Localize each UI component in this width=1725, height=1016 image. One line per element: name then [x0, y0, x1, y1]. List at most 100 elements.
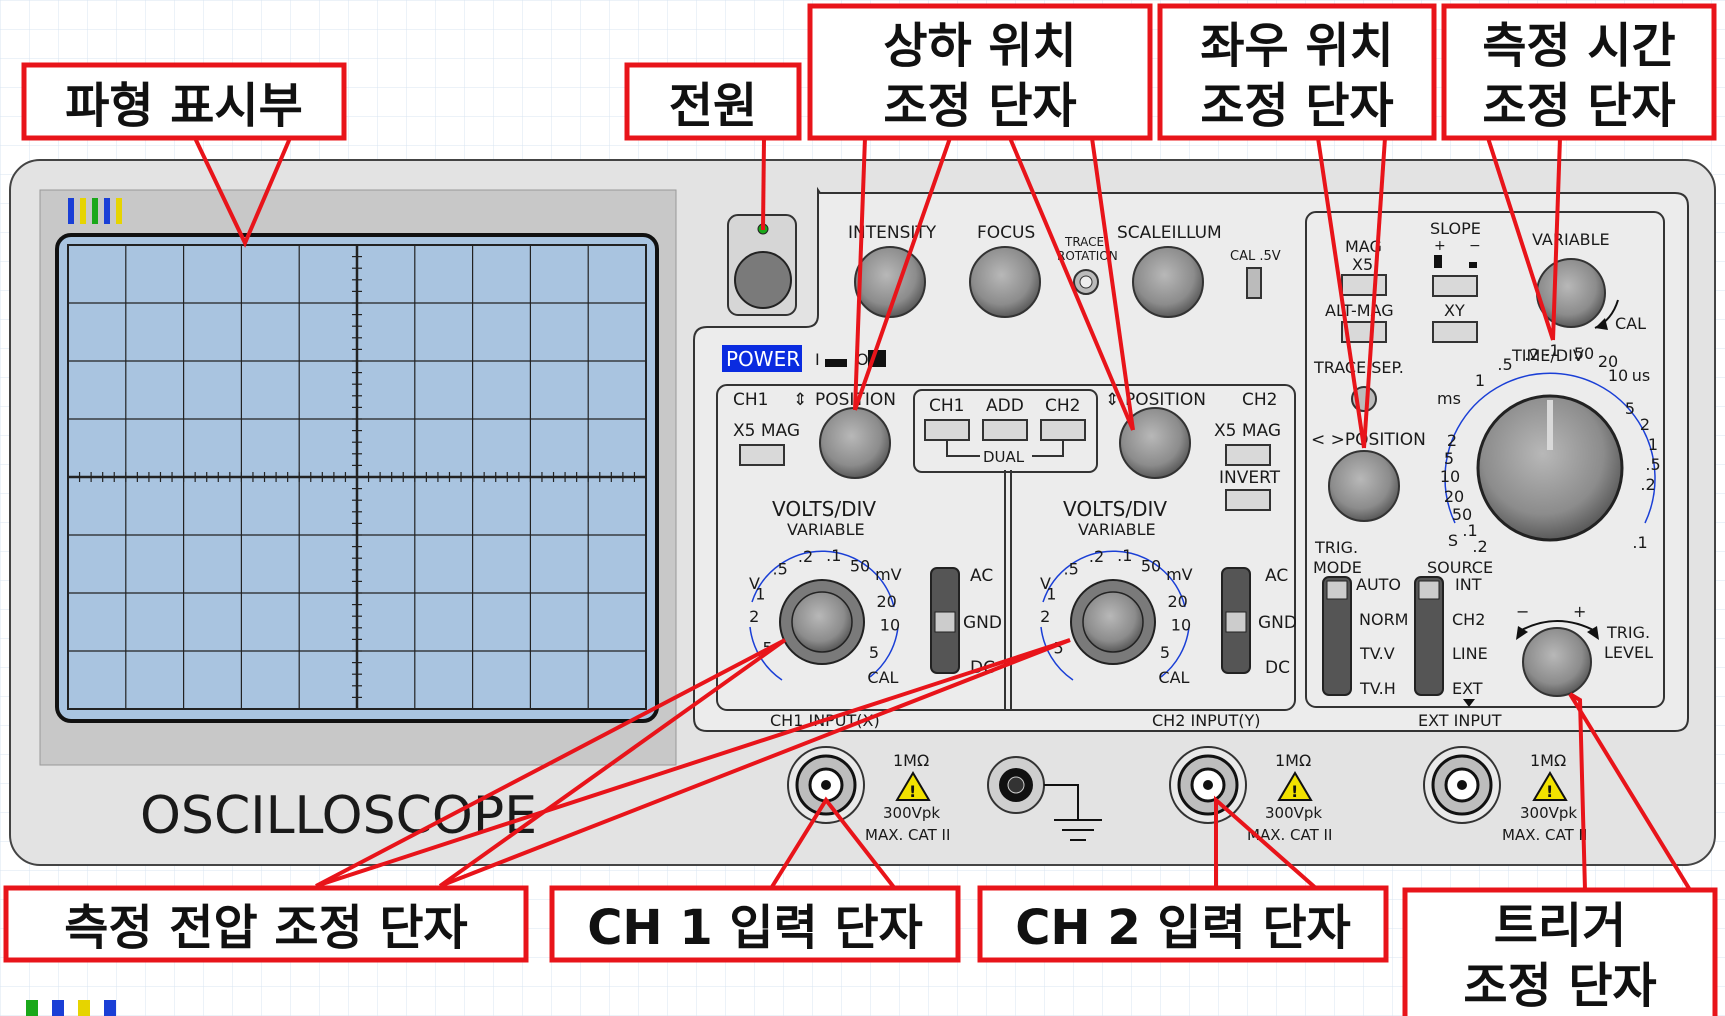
- trace-rotation-knob[interactable]: [1073, 269, 1099, 295]
- volt-scale-label: .2: [1089, 547, 1104, 566]
- svg-text:!: !: [1546, 782, 1553, 801]
- ch2-ac-label: AC: [1265, 566, 1288, 586]
- trig-level-label-2: LEVEL: [1604, 643, 1653, 662]
- cal-terminal[interactable]: [1246, 267, 1262, 299]
- callout-trigger-line2: 조정 단자: [1463, 958, 1656, 1014]
- callout-power-text: 전원: [669, 78, 757, 134]
- xy-button[interactable]: [1432, 321, 1478, 343]
- svg-text:!: !: [909, 782, 916, 801]
- ch2-gnd-label: GND: [1258, 613, 1297, 633]
- time-scale-label: .2: [1640, 475, 1655, 494]
- volt-scale-label: 10: [1171, 615, 1191, 634]
- ch1-x5mag-label: X5 MAG: [733, 421, 800, 441]
- scale-illum-knob[interactable]: [1132, 246, 1204, 318]
- power-on-symbol: [825, 359, 847, 367]
- ch2-coupling-switch[interactable]: [1221, 567, 1251, 674]
- ch1-input-bnc[interactable]: [787, 746, 865, 824]
- trig-mode-switch[interactable]: [1322, 576, 1352, 696]
- callout-vpos-line1: 상하 위치: [883, 18, 1076, 74]
- ch1-x5mag-button[interactable]: [739, 444, 785, 466]
- ch2-input-label: CH2 INPUT(Y): [1152, 711, 1261, 730]
- volt-scale-label: CAL: [1158, 668, 1189, 687]
- time-scale-label: .2: [1524, 345, 1539, 364]
- time-scale-label: .1: [1632, 533, 1647, 552]
- brand-label: OSCILLOSCOPE: [140, 786, 537, 846]
- volt-scale-label: CAL: [867, 668, 898, 687]
- ch1-label: CH1: [733, 390, 768, 410]
- ch1-volts-div-knob[interactable]: [779, 579, 865, 665]
- svg-text:!: !: [1291, 782, 1298, 801]
- ch2-position-label: POSITION: [1125, 390, 1206, 410]
- volt-scale-label: 10: [880, 615, 900, 634]
- time-scale-label: .1: [1544, 341, 1559, 360]
- ch2-invert-button[interactable]: [1225, 489, 1271, 511]
- time-scale-label: 1: [1648, 435, 1658, 454]
- trig-tvh-label: TV.H: [1359, 679, 1396, 698]
- time-scale-label: .5: [1645, 455, 1660, 474]
- callout-ch2-text: CH 2 입력 단자: [1015, 900, 1351, 956]
- volt-scale-label: 50: [850, 557, 870, 576]
- slope-button[interactable]: [1432, 275, 1478, 297]
- ch2-input-bnc[interactable]: [1169, 746, 1247, 824]
- volt-scale-label: 20: [876, 592, 896, 611]
- ch1-updown-icon: ⇕: [793, 390, 807, 410]
- time-scale-label: 2: [1447, 431, 1457, 450]
- callout-screen: 파형 표시부: [21, 62, 347, 141]
- time-scale-label: 1: [1475, 371, 1485, 390]
- mode-add-button[interactable]: [982, 419, 1028, 441]
- focus-knob[interactable]: [969, 246, 1041, 318]
- volt-scale-label: .1: [826, 546, 841, 565]
- callout-horizontal-position: 좌우 위치 조정 단자: [1157, 3, 1437, 141]
- time-scale-label: 10: [1440, 467, 1460, 486]
- sweep-cal-label: CAL: [1615, 314, 1646, 333]
- cal-label: CAL .5V: [1230, 249, 1281, 264]
- time-div-knob[interactable]: [1476, 394, 1624, 542]
- callout-power: 전원: [624, 62, 802, 141]
- trig-source-switch[interactable]: [1414, 576, 1444, 696]
- mode-ch1-label: CH1: [929, 396, 964, 416]
- slope-plus-icon: [1434, 255, 1442, 268]
- ch1-ac-label: AC: [970, 566, 993, 586]
- x5-label: X5: [1352, 255, 1373, 274]
- volt-scale-label: 2: [749, 607, 759, 626]
- ch1-position-knob[interactable]: [819, 407, 891, 479]
- slope-plus-label: +: [1434, 238, 1446, 254]
- callout-ch1-input: CH 1 입력 단자: [549, 885, 961, 963]
- mode-dual-label: DUAL: [983, 448, 1025, 466]
- volt-scale-label: .1: [1117, 546, 1132, 565]
- ext-input-bnc[interactable]: [1423, 746, 1501, 824]
- ch2-volts-div-knob[interactable]: [1070, 579, 1156, 665]
- time-scale-label: us: [1632, 366, 1650, 385]
- time-scale-label: .2: [1472, 537, 1487, 556]
- mag-x5-button[interactable]: [1341, 274, 1387, 296]
- source-ext-label: EXT: [1452, 679, 1483, 698]
- volt-scale-label: mV: [1166, 565, 1193, 584]
- ext-cat-label: MAX. CAT II: [1502, 826, 1587, 844]
- power-on-label: I: [815, 350, 820, 369]
- ch1-coupling-switch[interactable]: [930, 567, 960, 674]
- ch2-invert-label: INVERT: [1219, 468, 1281, 488]
- power-switch[interactable]: [727, 214, 797, 316]
- source-int-label: INT: [1455, 575, 1482, 594]
- ground-terminal[interactable]: [987, 756, 1045, 814]
- time-scale-label: .5: [1497, 355, 1512, 374]
- callout-voltage-text: 측정 전압 조정 단자: [64, 900, 467, 956]
- focus-label: FOCUS: [977, 223, 1035, 243]
- volt-scale-label: 20: [1167, 592, 1187, 611]
- slope-minus-label: −: [1469, 238, 1481, 254]
- time-scale-label: 20: [1444, 487, 1464, 506]
- ch2-x5mag-button[interactable]: [1225, 444, 1271, 466]
- ch2-label: CH2: [1242, 390, 1277, 410]
- trig-tvv-label: TV.V: [1359, 644, 1395, 663]
- trig-level-knob[interactable]: [1522, 627, 1592, 697]
- callout-time-line1: 측정 시간: [1482, 18, 1675, 74]
- h-position-knob[interactable]: [1328, 450, 1400, 522]
- ch1-variable-label: VARIABLE: [787, 520, 865, 539]
- volt-scale-label: 5: [1160, 643, 1170, 662]
- mode-ch1-button[interactable]: [924, 419, 970, 441]
- callout-time-line2: 조정 단자: [1482, 78, 1675, 134]
- alt-mag-label: ALT-MAG: [1325, 301, 1394, 320]
- trig-auto-label: AUTO: [1356, 575, 1401, 594]
- volt-scale-label: 50: [1141, 557, 1161, 576]
- mode-ch2-button[interactable]: [1040, 419, 1086, 441]
